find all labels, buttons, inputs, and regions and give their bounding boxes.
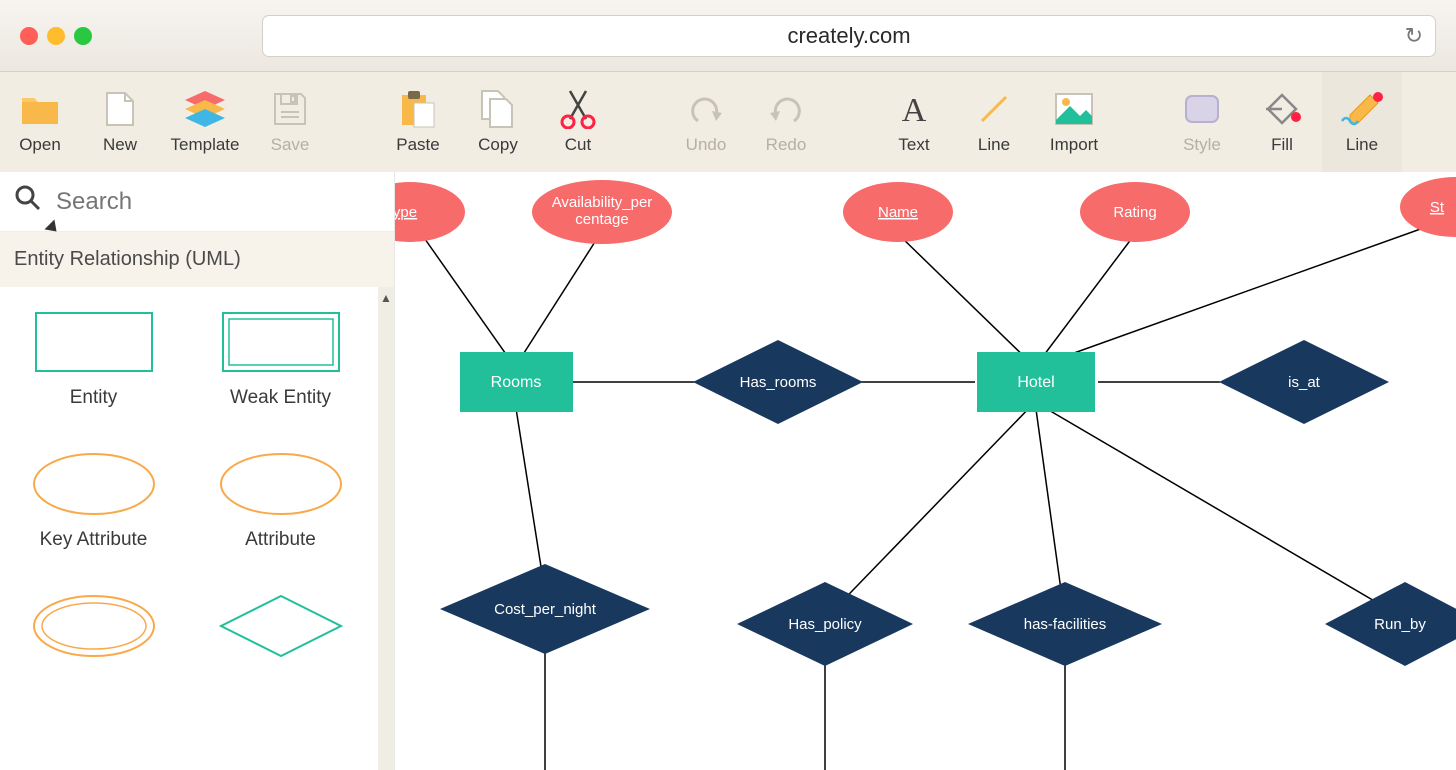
svg-text:Hotel: Hotel xyxy=(1017,374,1054,391)
attr-type[interactable]: ype xyxy=(395,182,465,242)
style-button[interactable]: Style xyxy=(1162,72,1242,172)
line-style-button[interactable]: Line xyxy=(1322,72,1402,172)
rel-run-by[interactable]: Run_by xyxy=(1325,582,1456,666)
rel-cost-per-night[interactable]: Cost_per_night xyxy=(440,564,650,654)
svg-text:Has_policy: Has_policy xyxy=(788,616,862,633)
fill-button[interactable]: Fill xyxy=(1242,72,1322,172)
svg-text:Run_by: Run_by xyxy=(1374,616,1426,633)
url-bar[interactable]: creately.com ↻ xyxy=(262,15,1436,57)
open-button[interactable]: Open xyxy=(0,72,80,172)
svg-text:Name: Name xyxy=(878,204,918,221)
redo-button[interactable]: Redo xyxy=(746,72,826,172)
undo-icon xyxy=(688,89,724,129)
close-window-button[interactable] xyxy=(20,27,38,45)
reload-icon[interactable]: ↻ xyxy=(1405,23,1423,49)
rel-has-rooms[interactable]: Has_rooms xyxy=(693,340,863,424)
shape-relationship[interactable] xyxy=(187,591,374,661)
maximize-window-button[interactable] xyxy=(74,27,92,45)
svg-text:Cost_per_night: Cost_per_night xyxy=(494,601,597,618)
import-button[interactable]: Import xyxy=(1034,72,1114,172)
new-button[interactable]: New xyxy=(80,72,160,172)
svg-text:Has_rooms: Has_rooms xyxy=(740,374,817,391)
text-button[interactable]: A Text xyxy=(874,72,954,172)
toolbar: Open New Template Save Paste xyxy=(0,72,1456,172)
svg-text:A: A xyxy=(902,92,927,127)
cut-icon xyxy=(560,89,596,129)
window-controls xyxy=(20,27,92,45)
main-area: Entity Relationship (UML) ▲ Entity Weak … xyxy=(0,172,1456,770)
svg-text:Rooms: Rooms xyxy=(491,374,542,391)
attr-rating[interactable]: Rating xyxy=(1080,182,1190,242)
svg-text:ype: ype xyxy=(395,204,417,221)
copy-icon xyxy=(480,89,516,129)
style-icon xyxy=(1182,89,1222,129)
save-icon xyxy=(273,89,307,129)
paste-icon xyxy=(400,89,436,129)
shape-key-attribute[interactable]: Key Attribute xyxy=(0,449,187,551)
template-button[interactable]: Template xyxy=(160,72,250,172)
shape-attribute[interactable]: Attribute xyxy=(187,449,374,551)
svg-text:Availability_per: Availability_per xyxy=(552,194,653,211)
template-icon xyxy=(185,89,225,129)
new-page-icon xyxy=(105,89,135,129)
svg-text:is_at: is_at xyxy=(1288,374,1321,391)
text-icon: A xyxy=(896,89,932,129)
diagram-svg: ype Availability_per centage Name Rating… xyxy=(395,172,1456,770)
fill-icon xyxy=(1262,89,1302,129)
paste-button[interactable]: Paste xyxy=(378,72,458,172)
save-button[interactable]: Save xyxy=(250,72,330,172)
cut-button[interactable]: Cut xyxy=(538,72,618,172)
search-input[interactable] xyxy=(56,188,379,216)
rel-has-policy[interactable]: Has_policy xyxy=(737,582,913,666)
copy-button[interactable]: Copy xyxy=(458,72,538,172)
shape-multivalued-attribute[interactable] xyxy=(0,591,187,661)
pencil-icon xyxy=(1340,89,1384,129)
undo-button[interactable]: Undo xyxy=(666,72,746,172)
palette-header[interactable]: Entity Relationship (UML) xyxy=(0,232,394,287)
rel-has-facilities[interactable]: has-facilities xyxy=(968,582,1162,666)
attr-name[interactable]: Name xyxy=(843,182,953,242)
redo-icon xyxy=(768,89,804,129)
shape-palette: ▲ Entity Weak Entity Key Attribute Attri… xyxy=(0,287,394,770)
scrollbar[interactable]: ▲ xyxy=(378,287,394,770)
url-text: creately.com xyxy=(787,23,910,49)
minimize-window-button[interactable] xyxy=(47,27,65,45)
rel-is-at[interactable]: is_at xyxy=(1219,340,1389,424)
search-row xyxy=(0,172,394,232)
svg-text:centage: centage xyxy=(575,211,628,228)
folder-icon xyxy=(20,89,60,129)
line-button[interactable]: Line xyxy=(954,72,1034,172)
attr-availability[interactable]: Availability_per centage xyxy=(532,180,672,244)
entity-rooms[interactable]: Rooms xyxy=(460,352,573,412)
line-icon xyxy=(976,89,1012,129)
attr-st[interactable]: St xyxy=(1400,177,1456,237)
import-icon xyxy=(1054,89,1094,129)
svg-text:Rating: Rating xyxy=(1113,204,1156,221)
svg-text:has-facilities: has-facilities xyxy=(1024,616,1107,633)
browser-chrome: creately.com ↻ xyxy=(0,0,1456,72)
entity-hotel[interactable]: Hotel xyxy=(977,352,1095,412)
canvas[interactable]: ype Availability_per centage Name Rating… xyxy=(395,172,1456,770)
sidebar: Entity Relationship (UML) ▲ Entity Weak … xyxy=(0,172,395,770)
shape-entity[interactable]: Entity xyxy=(0,307,187,409)
search-icon[interactable] xyxy=(15,185,41,218)
shape-weak-entity[interactable]: Weak Entity xyxy=(187,307,374,409)
svg-text:St: St xyxy=(1430,199,1445,216)
